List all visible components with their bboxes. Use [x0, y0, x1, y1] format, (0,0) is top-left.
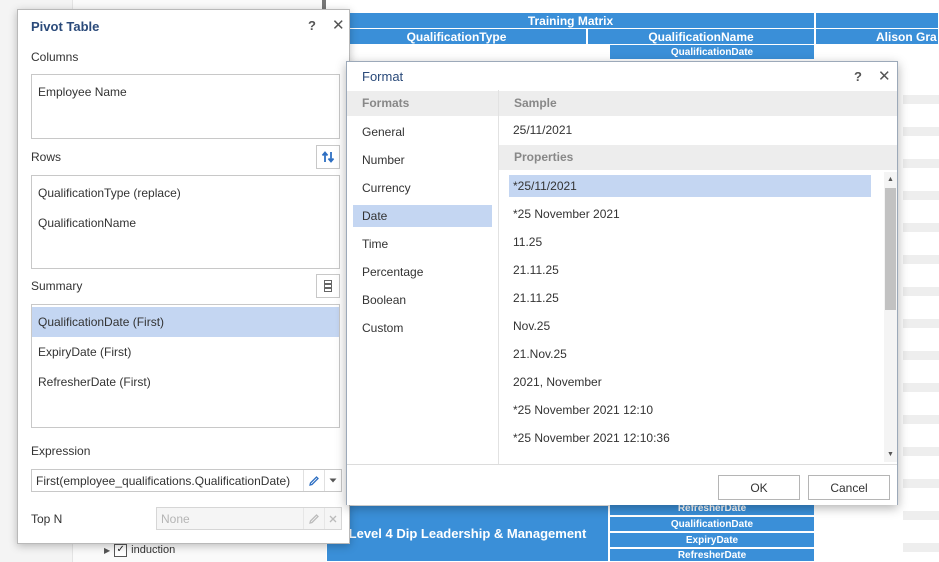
property-item[interactable]: *25 November 2021 12:10:36	[509, 427, 871, 449]
format-item-boolean[interactable]: Boolean	[353, 289, 492, 311]
format-title: Format	[362, 69, 404, 84]
matrix-col-qualification-name: QualificationName	[587, 28, 815, 45]
columns-label: Columns	[31, 50, 79, 64]
format-dialog: Format ? ✕ Formats Sample 25/11/2021 Pro…	[346, 61, 898, 505]
topn-edit-button[interactable]	[303, 508, 324, 529]
property-item[interactable]: *25 November 2021	[509, 203, 871, 225]
matrix-col-employee: Alison Gra	[815, 28, 939, 45]
clear-icon	[329, 515, 337, 522]
format-footer: OK Cancel	[347, 464, 897, 505]
edit-expression-button[interactable]	[303, 470, 324, 491]
summary-item[interactable]: ExpiryDate (First)	[32, 337, 339, 367]
rows-item[interactable]: QualificationType (replace)	[32, 178, 339, 208]
columns-list[interactable]: Employee Name	[31, 74, 340, 139]
matrix-group-level4: Level 4 Dip Leadership & Management	[326, 505, 609, 562]
properties-header: Properties	[499, 145, 897, 170]
format-item-general[interactable]: General	[353, 121, 492, 143]
topn-clear-button[interactable]	[324, 508, 341, 529]
expression-label: Expression	[31, 444, 91, 458]
matrix-title-extension	[815, 12, 939, 29]
swap-rows-button[interactable]	[316, 145, 340, 169]
matrix-row-expiry-date: ExpiryDate	[609, 532, 815, 548]
matrix-col-qualification-date: QualificationDate	[609, 44, 815, 60]
matrix-title: Training Matrix	[326, 12, 815, 29]
swap-rows-icon	[321, 151, 335, 163]
property-item[interactable]: Nov.25	[509, 315, 871, 337]
edit-pencil-icon	[309, 475, 319, 486]
property-item[interactable]: 11.25	[509, 231, 871, 253]
column-list-icon	[324, 280, 332, 292]
checkbox-icon[interactable]: ✓	[114, 543, 128, 557]
rows-label: Rows	[31, 150, 62, 164]
format-help-icon[interactable]: ?	[854, 69, 862, 84]
expand-arrow-icon[interactable]: ▶	[104, 546, 110, 555]
format-item-percentage[interactable]: Percentage	[353, 261, 492, 283]
pivot-close-icon[interactable]: ✕	[332, 16, 345, 34]
edit-pencil-icon	[309, 513, 319, 524]
topn-value[interactable]: None	[157, 512, 303, 526]
tree-item-label: induction	[131, 544, 176, 556]
ok-button[interactable]: OK	[718, 475, 800, 500]
sample-header: Sample	[499, 91, 897, 116]
topn-field[interactable]: None	[156, 507, 342, 530]
format-close-icon[interactable]: ✕	[878, 67, 891, 85]
pivot-help-icon[interactable]: ?	[308, 18, 316, 33]
columns-item[interactable]: Employee Name	[32, 77, 339, 107]
matrix-row-qualification-date: QualificationDate	[609, 516, 815, 532]
format-item-currency[interactable]: Currency	[353, 177, 492, 199]
property-item-selected[interactable]: *25/11/2021	[509, 175, 871, 197]
pivot-title: Pivot Table	[31, 19, 100, 34]
format-item-number[interactable]: Number	[353, 149, 492, 171]
rows-item[interactable]: QualificationName	[32, 208, 339, 238]
expression-dropdown-button[interactable]	[324, 470, 341, 491]
property-item[interactable]: *25 November 2021 12:10	[509, 399, 871, 421]
pivot-table-panel: Pivot Table ? ✕ Columns Employee Name Ro…	[17, 9, 350, 544]
property-item[interactable]: 21.11.25	[509, 259, 871, 281]
dropdown-arrow-icon	[329, 478, 337, 483]
scroll-thumb[interactable]	[885, 188, 896, 310]
cancel-button[interactable]: Cancel	[808, 475, 890, 500]
sample-value: 25/11/2021	[513, 123, 573, 137]
format-item-date[interactable]: Date	[353, 205, 492, 227]
tree-item-induction[interactable]: ▶ ✓ induction	[104, 542, 175, 558]
matrix-col-qualification-type: QualificationType	[326, 28, 587, 45]
scroll-up-icon[interactable]: ▲	[884, 173, 897, 186]
matrix-row-refresher-date-2: RefresherDate	[609, 548, 815, 562]
summary-options-button[interactable]	[316, 274, 340, 298]
property-item[interactable]: 2021, November	[509, 371, 871, 393]
summary-label: Summary	[31, 279, 83, 293]
topn-label: Top N	[31, 512, 63, 526]
property-item[interactable]: 21.11.25	[509, 287, 871, 309]
rows-list[interactable]: QualificationType (replace) Qualificatio…	[31, 175, 340, 269]
expression-field[interactable]: First(employee_qualifications.Qualificat…	[31, 469, 342, 492]
property-item[interactable]: 21.Nov.25	[509, 343, 871, 365]
format-item-custom[interactable]: Custom	[353, 317, 492, 339]
summary-item[interactable]: RefresherDate (First)	[32, 367, 339, 397]
properties-scrollbar[interactable]: ▲ ▼	[884, 172, 897, 462]
summary-list[interactable]: QualificationDate (First) ExpiryDate (Fi…	[31, 304, 340, 428]
scroll-down-icon[interactable]: ▼	[884, 448, 897, 461]
expression-value[interactable]: First(employee_qualifications.Qualificat…	[32, 474, 303, 488]
summary-item-selected[interactable]: QualificationDate (First)	[32, 307, 339, 337]
format-item-time[interactable]: Time	[353, 233, 492, 255]
